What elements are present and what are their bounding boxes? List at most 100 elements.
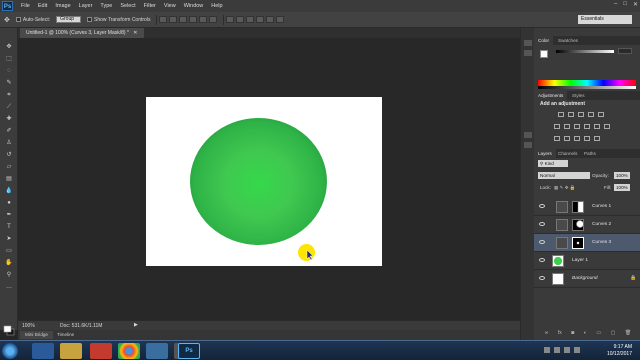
network-icon[interactable] (146, 343, 168, 359)
distribute-button[interactable] (256, 16, 265, 23)
dodge-tool-icon[interactable]: ● (4, 200, 14, 207)
color-lookup-adjust-icon[interactable] (604, 124, 610, 129)
tab-timeline[interactable]: Timeline (52, 331, 79, 339)
color-balance-adjust-icon[interactable] (564, 124, 570, 129)
vibrance-adjust-icon[interactable] (598, 112, 604, 117)
eye-icon[interactable] (539, 240, 545, 244)
layer-row-selected[interactable]: Curves 3 (534, 234, 640, 252)
invert-adjust-icon[interactable] (554, 136, 560, 141)
tab-channels[interactable]: Channels (554, 149, 581, 158)
tab-paths[interactable]: Paths (580, 149, 600, 158)
shape-tool-icon[interactable]: ▭ (4, 248, 14, 255)
exposure-adjust-icon[interactable] (588, 112, 594, 117)
mask-icon[interactable]: ◙ (571, 330, 574, 338)
new-layer-icon[interactable]: ▢ (611, 330, 616, 338)
selective-color-adjust-icon[interactable] (594, 136, 600, 141)
eye-icon[interactable] (539, 204, 545, 208)
brush-tool-icon[interactable]: ✐ (4, 128, 14, 135)
photo-filter-adjust-icon[interactable] (584, 124, 590, 129)
align-center-button[interactable] (199, 16, 208, 23)
align-bottom-button[interactable] (179, 16, 188, 23)
eye-icon[interactable] (539, 258, 545, 262)
opacity-input[interactable]: 100% (614, 172, 630, 179)
path-select-tool-icon[interactable]: ➤ (4, 236, 14, 243)
color-swatches[interactable] (3, 325, 15, 338)
align-left-button[interactable] (189, 16, 198, 23)
status-menu-icon[interactable]: ▶ (134, 322, 138, 328)
menu-layer[interactable]: Layer (79, 3, 93, 9)
posterize-adjust-icon[interactable] (564, 136, 570, 141)
move-tool-icon[interactable]: ✥ (4, 44, 14, 51)
channel-mixer-adjust-icon[interactable] (594, 124, 600, 129)
menu-image[interactable]: Image (55, 3, 70, 9)
align-right-button[interactable] (209, 16, 218, 23)
foreground-color-swatch[interactable] (540, 50, 548, 58)
tab-color[interactable]: Color (534, 36, 553, 45)
start-button[interactable] (2, 343, 18, 359)
color-value-input[interactable] (618, 48, 632, 54)
marquee-tool-icon[interactable]: ⬚ (4, 56, 14, 63)
align-top-button[interactable] (159, 16, 168, 23)
volume-icon[interactable] (574, 347, 580, 353)
align-middle-button[interactable] (169, 16, 178, 23)
levels-adjust-icon[interactable] (568, 112, 574, 117)
auto-select-checkbox[interactable] (15, 17, 21, 22)
clone-stamp-tool-icon[interactable]: ♙ (4, 140, 14, 147)
bw-adjust-icon[interactable] (574, 124, 580, 129)
document-tab[interactable]: Untitled-1 @ 100% (Curves 3, Layer Mask/… (20, 28, 144, 38)
layer-row[interactable]: Curves 2 (534, 216, 640, 234)
crop-tool-icon[interactable]: ⌗ (4, 92, 14, 99)
pen-tool-icon[interactable]: ✒ (4, 212, 14, 219)
folder-icon[interactable]: ▭ (596, 330, 601, 338)
history-icon[interactable] (524, 40, 532, 46)
distribute-button[interactable] (226, 16, 235, 23)
maximize-icon[interactable]: □ (623, 1, 627, 8)
tray-icon[interactable] (544, 347, 550, 353)
grayscale-ramp[interactable] (538, 86, 636, 89)
eye-icon[interactable] (539, 222, 545, 226)
threshold-adjust-icon[interactable] (574, 136, 580, 141)
menu-edit[interactable]: Edit (38, 3, 47, 9)
more-tools-icon[interactable]: … (4, 284, 14, 291)
tray-icon[interactable] (564, 347, 570, 353)
show-transform-option[interactable]: Show Transform Controls (87, 17, 150, 23)
distribute-button[interactable] (236, 16, 245, 23)
tab-layers[interactable]: Layers (534, 149, 556, 158)
tab-styles[interactable]: Styles (568, 91, 589, 100)
tab-adjustments[interactable]: Adjustments (534, 91, 568, 100)
show-transform-checkbox[interactable] (87, 17, 93, 22)
hand-tool-icon[interactable]: ✋ (4, 260, 14, 267)
ie-icon[interactable] (32, 343, 54, 359)
properties-icon[interactable] (524, 50, 532, 56)
distribute-button[interactable] (276, 16, 285, 23)
history-brush-tool-icon[interactable]: ↺ (4, 152, 14, 159)
tray-icon[interactable] (554, 347, 560, 353)
canvas-area[interactable] (18, 38, 520, 320)
close-tab-icon[interactable]: ✕ (133, 30, 137, 36)
layer-row[interactable]: Layer 1 (534, 252, 640, 270)
lasso-tool-icon[interactable]: ◌ (4, 68, 14, 75)
minimize-icon[interactable]: – (614, 1, 617, 8)
fill-input[interactable]: 100% (614, 184, 630, 191)
gradient-tool-icon[interactable]: ▤ (4, 176, 14, 183)
gradient-map-adjust-icon[interactable] (584, 136, 590, 141)
layer-filter-dropdown[interactable]: ⚲ Kind (538, 160, 568, 167)
menu-view[interactable]: View (164, 3, 176, 9)
distribute-button[interactable] (266, 16, 275, 23)
healing-brush-tool-icon[interactable]: ✚ (4, 116, 14, 123)
zoom-level[interactable]: 100% (22, 323, 35, 329)
link-icon[interactable]: ∞ (545, 330, 549, 338)
layer-row[interactable]: Curves 1 (534, 198, 640, 216)
zoom-tool-icon[interactable]: ⚲ (4, 272, 14, 279)
menu-help[interactable]: Help (211, 3, 222, 9)
folder-icon[interactable] (60, 343, 82, 359)
media-player-icon[interactable] (90, 343, 112, 359)
distribute-button[interactable] (246, 16, 255, 23)
close-icon[interactable]: ✕ (633, 1, 638, 8)
menu-type[interactable]: Type (100, 3, 112, 9)
chrome-icon[interactable] (118, 343, 140, 359)
menu-file[interactable]: File (21, 3, 30, 9)
trash-icon[interactable]: 🗑 (625, 330, 631, 338)
quick-select-tool-icon[interactable]: ✎ (4, 80, 14, 87)
layer-row[interactable]: Background 🔒 (534, 270, 640, 288)
